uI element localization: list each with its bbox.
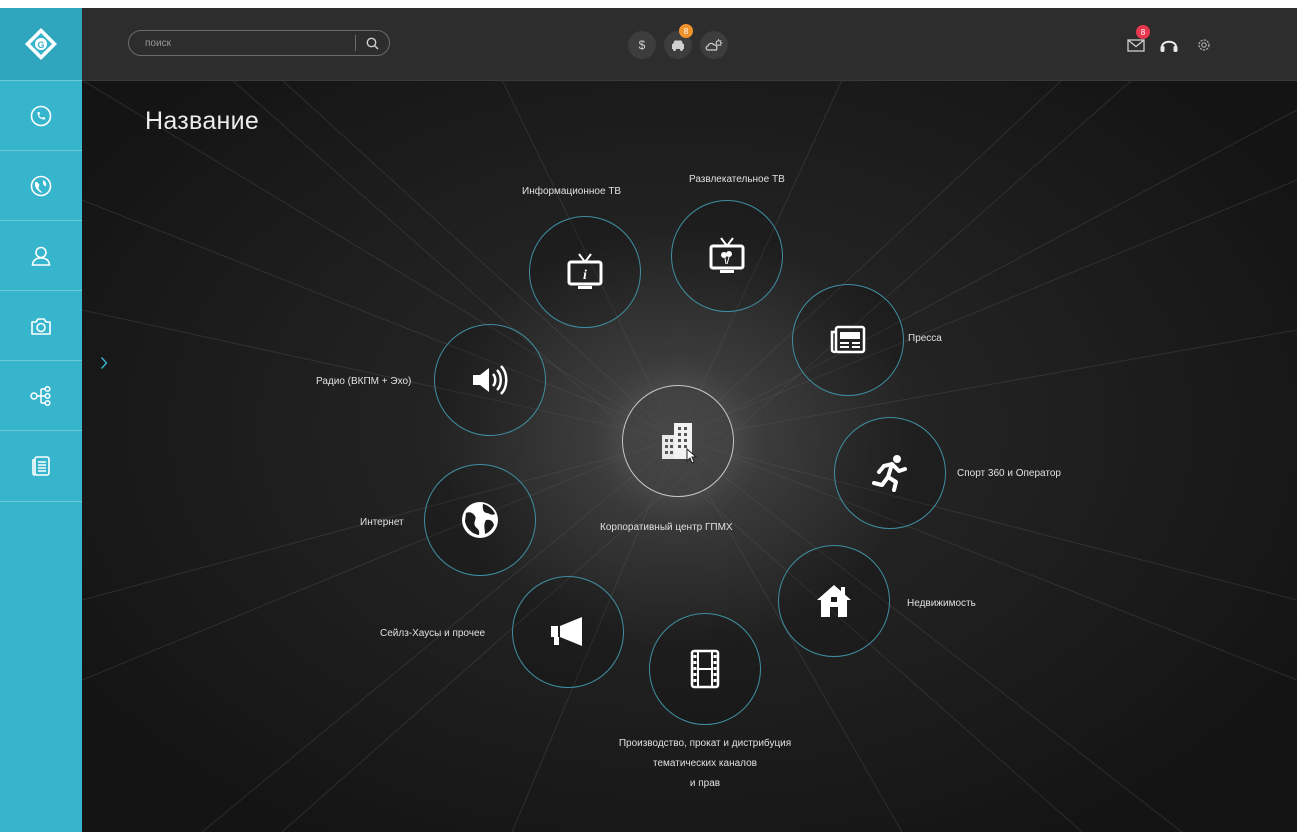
sidebar-item-profile[interactable] — [0, 220, 82, 291]
document-icon — [32, 456, 50, 476]
service-internet[interactable] — [424, 464, 536, 576]
service-press-label: Пресса — [908, 333, 942, 344]
svg-text:G: G — [37, 40, 44, 50]
search-divider — [355, 35, 356, 51]
traffic-badge: 8 — [679, 24, 693, 38]
service-sales-houses[interactable] — [512, 576, 624, 688]
structure-icon — [30, 385, 51, 407]
search-button[interactable] — [361, 33, 383, 53]
service-entertainment-tv-label: Развлекательное ТВ — [689, 174, 785, 185]
search-box — [128, 30, 390, 56]
service-realty-label: Недвижимость — [907, 598, 976, 609]
service-sport[interactable] — [834, 417, 946, 529]
search-input[interactable] — [145, 31, 345, 55]
house-icon — [817, 585, 851, 617]
support-button[interactable] — [1155, 31, 1183, 59]
sidebar-item-phone[interactable] — [0, 80, 82, 151]
service-production[interactable] — [649, 613, 761, 725]
service-radio[interactable] — [434, 324, 546, 436]
service-entertainment-tv[interactable] — [671, 200, 783, 312]
messages-badge: 8 — [1136, 25, 1150, 39]
buildings-icon — [662, 423, 698, 464]
tv-info-icon: i — [567, 253, 603, 289]
service-production-label-line-3: и прав — [689, 778, 721, 789]
sidebar: G — [0, 8, 82, 832]
svg-text:i: i — [583, 268, 587, 283]
weather-icon — [705, 39, 723, 51]
phone-icon — [30, 105, 52, 127]
service-production-label: Производство, прокат и дистрибуция темат… — [585, 734, 825, 794]
service-production-label-line-1: Производство, прокат и дистрибуция — [618, 738, 792, 749]
chevron-right-icon — [100, 357, 108, 369]
dollar-icon: $ — [638, 38, 646, 52]
logo-icon: G — [25, 28, 57, 60]
car-icon — [672, 40, 684, 51]
film-icon — [690, 649, 720, 689]
main-area: $ 8 — [82, 8, 1297, 832]
service-info-tv-label: Информационное ТВ — [522, 186, 622, 197]
user-icon — [31, 246, 51, 266]
settings-button[interactable] — [1190, 31, 1218, 59]
speaker-icon — [473, 365, 508, 395]
mail-icon — [1127, 39, 1145, 52]
currency-button[interactable]: $ — [628, 31, 656, 59]
top-bar: $ 8 — [82, 8, 1297, 81]
newspaper-icon — [830, 325, 866, 354]
service-sport-label: Спорт 360 и Оператор — [957, 468, 1061, 479]
service-internet-label: Интернет — [360, 517, 404, 528]
gear-icon — [1198, 39, 1210, 51]
search-icon — [366, 37, 379, 50]
service-press[interactable] — [792, 284, 904, 396]
weather-button[interactable] — [700, 31, 728, 59]
service-radio-label: Радио (ВКПМ + Эхо) — [316, 376, 412, 387]
globe-icon — [462, 502, 498, 538]
runner-icon — [872, 455, 907, 492]
service-production-label-line-2: тематических каналов — [653, 758, 757, 769]
expand-sidebar-arrow[interactable] — [100, 356, 108, 375]
service-corporate-center-label: Корпоративный центр ГПМХ — [600, 522, 733, 533]
sidebar-item-camera[interactable] — [0, 290, 82, 361]
service-realty[interactable] — [778, 545, 890, 657]
messages-button[interactable]: 8 — [1122, 25, 1150, 59]
megaphone-icon — [551, 617, 582, 646]
page-title: Название — [145, 107, 260, 135]
sidebar-item-structure[interactable] — [0, 360, 82, 431]
service-sales-houses-label: Сейлз-Хаусы и прочее — [380, 628, 486, 639]
service-info-tv[interactable]: i — [529, 216, 641, 328]
globe-icon — [30, 175, 52, 197]
headset-icon — [1160, 40, 1178, 52]
tv-balloon-icon — [709, 237, 745, 273]
service-corporate-center[interactable] — [622, 385, 734, 497]
traffic-button[interactable]: 8 — [664, 24, 693, 59]
sidebar-item-documents[interactable] — [0, 430, 82, 502]
camera-icon — [31, 318, 51, 335]
logo[interactable]: G — [0, 8, 82, 80]
sidebar-item-globe[interactable] — [0, 150, 82, 221]
